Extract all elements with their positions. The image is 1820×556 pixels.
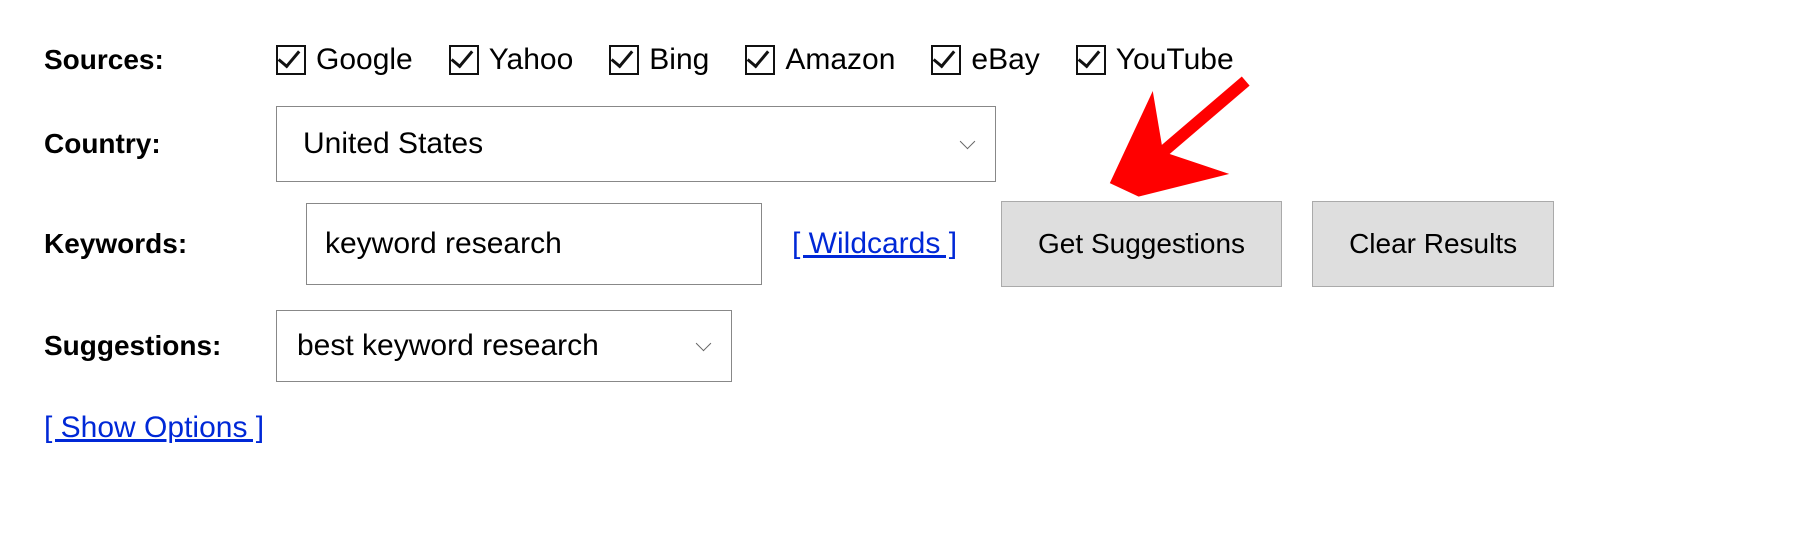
sources-label: Sources: — [44, 44, 276, 76]
source-google-label: Google — [316, 43, 413, 77]
source-yahoo[interactable]: Yahoo — [449, 43, 574, 77]
keywords-input[interactable] — [306, 203, 762, 285]
country-selected-value: United States — [303, 127, 483, 161]
country-select[interactable]: United States — [276, 106, 996, 182]
source-amazon[interactable]: Amazon — [745, 43, 895, 77]
sources-checkbox-group: Google Yahoo Bing Amazon eBay YouTube — [276, 43, 1234, 77]
source-youtube[interactable]: YouTube — [1076, 43, 1234, 77]
checkbox-icon[interactable] — [609, 45, 639, 75]
checkbox-icon[interactable] — [276, 45, 306, 75]
country-label: Country: — [44, 128, 276, 160]
source-bing[interactable]: Bing — [609, 43, 709, 77]
clear-results-button[interactable]: Clear Results — [1312, 201, 1554, 287]
keywords-row: Keywords: [ Wildcards ] Get Suggestions … — [44, 200, 1776, 288]
chevron-down-icon — [957, 136, 973, 152]
suggestions-label: Suggestions: — [44, 330, 276, 362]
source-youtube-label: YouTube — [1116, 43, 1234, 77]
show-options-link[interactable]: [ Show Options ] — [44, 411, 264, 445]
checkbox-icon[interactable] — [1076, 45, 1106, 75]
suggestions-selected-value: best keyword research — [297, 329, 599, 363]
sources-row: Sources: Google Yahoo Bing Amazon eBay Y… — [44, 40, 1776, 80]
suggestions-row: Suggestions: best keyword research — [44, 310, 1776, 382]
source-yahoo-label: Yahoo — [489, 43, 574, 77]
source-ebay-label: eBay — [971, 43, 1039, 77]
checkbox-icon[interactable] — [931, 45, 961, 75]
wildcards-link[interactable]: [ Wildcards ] — [792, 227, 957, 261]
keywords-label: Keywords: — [44, 228, 276, 260]
chevron-down-icon — [693, 338, 709, 354]
source-google[interactable]: Google — [276, 43, 413, 77]
show-options-row: [ Show Options ] — [44, 400, 1776, 456]
country-row: Country: United States — [44, 106, 1776, 182]
source-amazon-label: Amazon — [785, 43, 895, 77]
get-suggestions-button[interactable]: Get Suggestions — [1001, 201, 1282, 287]
suggestions-select[interactable]: best keyword research — [276, 310, 732, 382]
source-ebay[interactable]: eBay — [931, 43, 1039, 77]
checkbox-icon[interactable] — [449, 45, 479, 75]
source-bing-label: Bing — [649, 43, 709, 77]
checkbox-icon[interactable] — [745, 45, 775, 75]
